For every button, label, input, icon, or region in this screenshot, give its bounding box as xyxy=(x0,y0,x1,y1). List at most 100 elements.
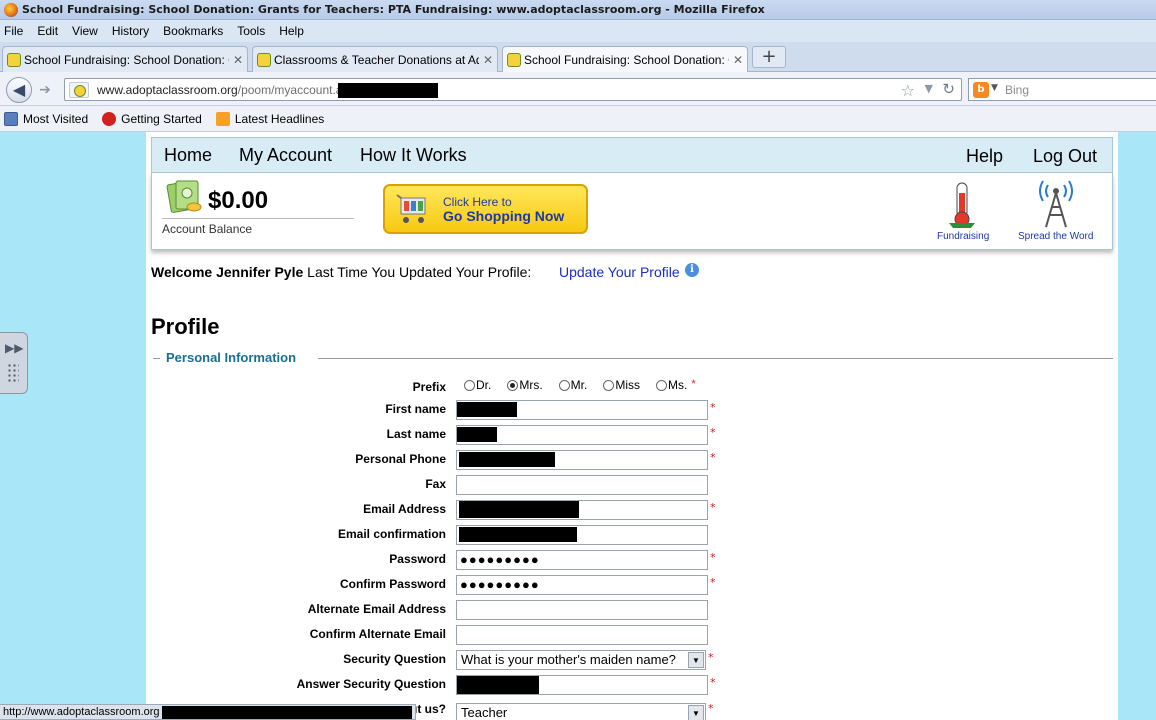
window-titlebar: School Fundraising: School Donation: Gra… xyxy=(0,0,1156,20)
update-profile-link[interactable]: Update Your Profile xyxy=(559,264,680,280)
bookmarks-toolbar: Most Visited Getting Started Latest Head… xyxy=(0,106,1156,132)
bookmark-label: Most Visited xyxy=(23,111,89,126)
status-url: http://www.adoptaclassroom.org xyxy=(3,706,160,718)
navigation-toolbar: ◀ ➔ www.adoptaclassroom.org/poom/myaccou… xyxy=(0,72,1156,106)
url-bar[interactable]: www.adoptaclassroom.org/poom/myaccount.a… xyxy=(64,78,962,101)
radio-button[interactable] xyxy=(656,379,668,391)
forward-arrow-icon[interactable]: ➔ xyxy=(34,81,56,99)
redacted-block xyxy=(162,706,412,719)
confirm-password-row: Confirm Password ●●●●●●●●● * xyxy=(146,575,1118,602)
prefix-option-ms[interactable]: Ms. xyxy=(656,378,687,392)
fax-field[interactable] xyxy=(456,475,708,495)
rss-feed-icon xyxy=(215,111,230,126)
bookmark-star-icon[interactable]: ☆ xyxy=(901,81,915,100)
search-bar[interactable]: b ▼ Bing xyxy=(968,78,1156,101)
tab-close-icon[interactable]: ✕ xyxy=(483,53,493,67)
chevron-down-icon[interactable]: ▼ xyxy=(688,652,704,668)
confirm-alternate-email-row: Confirm Alternate Email xyxy=(146,625,1118,652)
new-tab-plus-icon[interactable]: + xyxy=(752,46,786,68)
url-text[interactable]: www.adoptaclassroom.org/poom/myaccount.a… xyxy=(97,83,361,97)
select-value: What is your mother's maiden name? xyxy=(461,652,676,667)
required-marker: * xyxy=(710,501,716,514)
how-did-you-hear-select[interactable]: Teacher ▼ xyxy=(456,703,706,720)
first-name-field[interactable] xyxy=(456,400,708,420)
menu-tools[interactable]: Tools xyxy=(237,24,265,38)
fundraising-label: Fundraising xyxy=(937,231,990,242)
answer-security-question-field[interactable] xyxy=(456,675,708,695)
field-label: Security Question xyxy=(343,652,446,666)
redacted-block xyxy=(457,676,539,694)
tab-close-icon[interactable]: ✕ xyxy=(733,53,743,67)
last-name-field[interactable] xyxy=(456,425,708,445)
security-question-row: Security Question What is your mother's … xyxy=(146,650,1118,677)
prefix-option-dr[interactable]: Dr. xyxy=(464,378,491,392)
bookmark-getting-started[interactable]: Getting Started xyxy=(102,111,202,126)
back-arrow-icon[interactable]: ◀ xyxy=(6,77,32,103)
required-marker: * xyxy=(710,551,716,564)
radio-button-selected[interactable] xyxy=(507,379,519,391)
required-marker: * xyxy=(710,426,716,439)
reload-icon[interactable]: ↻ xyxy=(942,80,955,98)
answer-security-question-row: Answer Security Question * xyxy=(146,675,1118,702)
prefix-option-mrs[interactable]: Mrs. xyxy=(507,378,543,392)
nav-home-link[interactable]: Home xyxy=(164,145,212,166)
nav-help-link[interactable]: Help xyxy=(966,146,1003,167)
menu-edit[interactable]: Edit xyxy=(37,24,58,38)
prefix-radio-group: Dr. Mrs. Mr. Miss Ms. * xyxy=(464,378,696,392)
go-shopping-button[interactable]: Click Here to Go Shopping Now xyxy=(383,184,588,234)
account-balance-label: Account Balance xyxy=(162,222,253,236)
fax-row: Fax xyxy=(146,475,1118,502)
tab-bar: School Fundraising: School Donation: Gra… xyxy=(0,42,1156,73)
prefix-option-miss[interactable]: Miss xyxy=(603,378,640,392)
menu-file[interactable]: File xyxy=(4,24,23,38)
confirm-password-field[interactable]: ●●●●●●●●● xyxy=(456,575,708,595)
site-identity-icon[interactable] xyxy=(69,82,89,98)
menu-help[interactable]: Help xyxy=(279,24,304,38)
email-field[interactable] xyxy=(456,500,708,520)
menu-view[interactable]: View xyxy=(72,24,98,38)
info-icon[interactable]: i xyxy=(685,263,699,277)
radio-button[interactable] xyxy=(464,379,475,391)
required-marker: * xyxy=(691,378,696,390)
bookmark-most-visited[interactable]: Most Visited xyxy=(4,111,89,126)
required-marker: * xyxy=(708,651,714,664)
required-marker: * xyxy=(710,576,716,589)
email-row: Email Address * xyxy=(146,500,1118,527)
required-marker: * xyxy=(708,702,714,715)
browser-tab[interactable]: Classrooms & Teacher Donations at Adop..… xyxy=(252,46,498,72)
window-title: School Fundraising: School Donation: Gra… xyxy=(22,3,765,16)
alternate-email-field[interactable] xyxy=(456,600,708,620)
field-label: Confirm Alternate Email xyxy=(309,627,446,641)
menu-history[interactable]: History xyxy=(112,24,149,38)
browser-tab[interactable]: School Fundraising: School Donation: Gra… xyxy=(2,46,248,72)
bookmark-latest-headlines[interactable]: Latest Headlines xyxy=(215,111,324,126)
bing-search-engine-icon[interactable]: b xyxy=(973,82,989,98)
chevron-down-icon[interactable]: ▼ xyxy=(688,705,704,720)
tab-close-icon[interactable]: ✕ xyxy=(233,53,243,67)
menu-bar: File Edit View History Bookmarks Tools H… xyxy=(0,20,1156,42)
sidebar-toggle-handle[interactable]: ▶▶ xyxy=(0,332,28,394)
firefox-logo-icon xyxy=(4,2,18,17)
browser-tab-active[interactable]: School Fundraising: School Donation: Gra… xyxy=(502,46,748,73)
email-confirmation-field[interactable] xyxy=(456,525,708,545)
nav-how-it-works-link[interactable]: How It Works xyxy=(360,145,467,166)
menu-bookmarks[interactable]: Bookmarks xyxy=(163,24,223,38)
password-field[interactable]: ●●●●●●●●● xyxy=(456,550,708,570)
nav-my-account-link[interactable]: My Account xyxy=(239,145,332,166)
confirm-alternate-email-field[interactable] xyxy=(456,625,708,645)
prefix-option-mr[interactable]: Mr. xyxy=(558,378,587,392)
nav-log-out-link[interactable]: Log Out xyxy=(1033,146,1097,167)
spread-the-word-link[interactable]: Spread the Word xyxy=(1018,179,1093,242)
select-value: Teacher xyxy=(461,705,508,720)
radio-button[interactable] xyxy=(558,379,570,391)
radio-button[interactable] xyxy=(603,379,615,391)
divider xyxy=(162,218,354,219)
security-question-select[interactable]: What is your mother's maiden name? ▼ xyxy=(456,650,706,670)
personal-phone-row: Personal Phone * xyxy=(146,450,1118,477)
personal-phone-field[interactable] xyxy=(456,450,708,470)
search-engine-dropdown-icon[interactable]: ▼ xyxy=(991,83,998,93)
url-dropdown-arrow-icon[interactable]: ▼ xyxy=(925,82,933,95)
field-label: Fax xyxy=(425,477,446,491)
fundraising-thermometer-icon xyxy=(949,182,976,228)
fundraising-link[interactable]: Fundraising xyxy=(937,179,989,242)
